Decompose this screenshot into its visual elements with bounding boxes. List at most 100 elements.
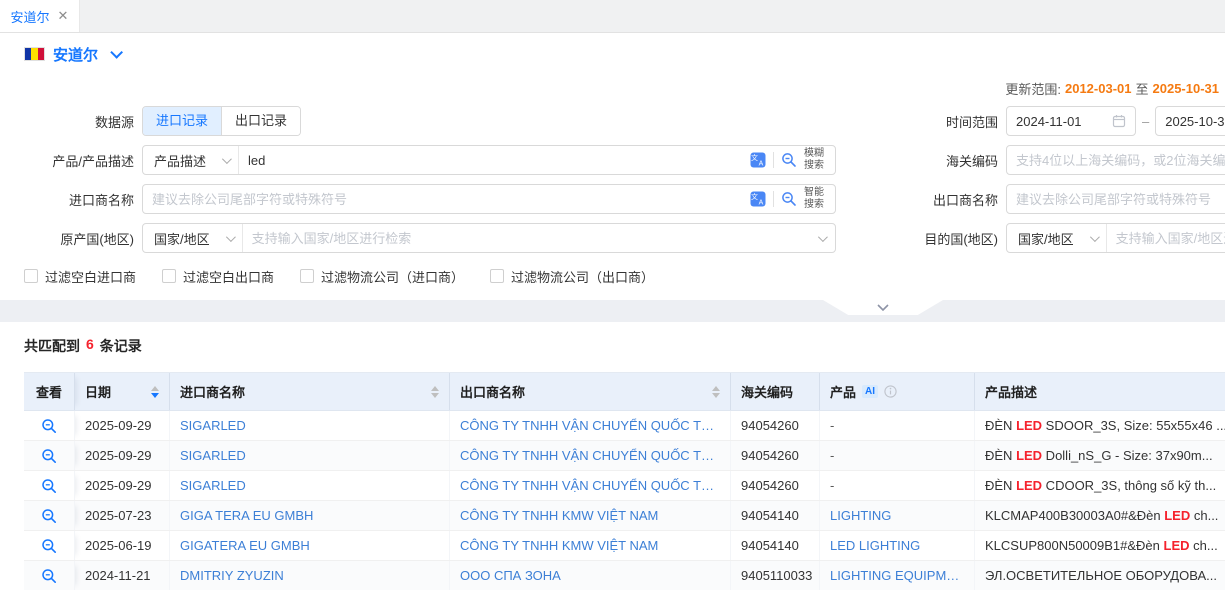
view-cell[interactable] bbox=[24, 441, 75, 470]
view-cell[interactable] bbox=[24, 531, 75, 560]
date-from-field[interactable] bbox=[1006, 106, 1136, 136]
sort-icon[interactable] bbox=[431, 386, 439, 398]
exporter-link[interactable]: CÔNG TY TNHH VẬN CHUYỂN QUỐC TẾ TI... bbox=[460, 448, 720, 463]
importer-link[interactable]: SIGARLED bbox=[180, 478, 246, 493]
view-cell[interactable] bbox=[24, 501, 75, 530]
exporter-link[interactable]: CÔNG TY TNHH VẬN CHUYỂN QUỐC TẾ TI... bbox=[460, 418, 720, 433]
chevron-down-icon[interactable] bbox=[110, 46, 123, 59]
view-magnifier-icon[interactable] bbox=[41, 448, 57, 464]
exporter-link[interactable]: ООО СПА ЗОНА bbox=[460, 568, 561, 583]
date-to-field[interactable] bbox=[1155, 106, 1225, 136]
product-field: 产品描述 文A 模糊搜索 bbox=[142, 145, 836, 175]
importer-label: 进口商名称 bbox=[0, 190, 142, 209]
highlight-keyword: LED bbox=[1016, 478, 1042, 493]
view-cell[interactable] bbox=[24, 561, 75, 590]
import-records-toggle[interactable]: 进口记录 bbox=[143, 107, 221, 135]
smart-search-icon[interactable] bbox=[781, 191, 797, 207]
destination-type-select[interactable]: 国家/地区 bbox=[1007, 224, 1107, 252]
product-search-input[interactable] bbox=[239, 146, 741, 174]
table-row: 2025-07-23 GIGA TERA EU GMBH CÔNG TY TNH… bbox=[24, 501, 1225, 531]
sort-icon[interactable] bbox=[151, 386, 159, 398]
product-desc-cell: ЭЛ.ОСВЕТИТЕЛЬНОЕ ОБОРУДОВА... bbox=[975, 561, 1225, 590]
col-importer[interactable]: 进口商名称 bbox=[170, 373, 450, 410]
product-cell[interactable]: - bbox=[830, 418, 834, 433]
hs-code-field[interactable] bbox=[1006, 145, 1225, 175]
fuzzy-search-icon[interactable] bbox=[781, 152, 797, 168]
info-icon[interactable] bbox=[884, 385, 897, 398]
checkbox-filter-blank-importer[interactable]: 过滤空白进口商 bbox=[24, 267, 136, 286]
country-name[interactable]: 安道尔 bbox=[53, 44, 98, 65]
product-label: 产品/产品描述 bbox=[0, 151, 142, 170]
close-icon[interactable]: ✕ bbox=[58, 8, 69, 24]
view-magnifier-icon[interactable] bbox=[41, 418, 57, 434]
select-arrow-icon bbox=[1090, 232, 1100, 242]
destination-field: 国家/地区 bbox=[1006, 223, 1225, 253]
checkbox-icon[interactable] bbox=[24, 269, 38, 283]
divider bbox=[773, 152, 774, 168]
ai-badge: AI bbox=[862, 385, 878, 398]
checkbox-filter-logistics-importer[interactable]: 过滤物流公司（进口商） bbox=[300, 267, 464, 286]
translate-icon[interactable]: 文A bbox=[750, 191, 766, 207]
origin-type-select[interactable]: 国家/地区 bbox=[143, 224, 243, 252]
hs-code-cell: 94054140 bbox=[731, 531, 820, 560]
destination-input[interactable] bbox=[1107, 224, 1225, 252]
update-range-from: 2012-03-01 bbox=[1065, 81, 1132, 96]
date-to-input[interactable] bbox=[1156, 107, 1225, 135]
date-from-input[interactable] bbox=[1007, 107, 1103, 135]
update-range-to-word: 至 bbox=[1135, 79, 1148, 98]
result-count: 6 bbox=[86, 336, 94, 356]
view-magnifier-icon[interactable] bbox=[41, 508, 57, 524]
tab-andorra[interactable]: 安道尔 ✕ bbox=[0, 0, 80, 32]
tab-label: 安道尔 bbox=[11, 7, 50, 26]
smart-search-label[interactable]: 智能搜索 bbox=[804, 187, 826, 211]
product-cell[interactable]: - bbox=[830, 478, 834, 493]
fuzzy-search-label[interactable]: 模糊搜索 bbox=[804, 148, 826, 172]
checkbox-filter-blank-exporter[interactable]: 过滤空白出口商 bbox=[162, 267, 274, 286]
importer-link[interactable]: GIGA TERA EU GMBH bbox=[180, 508, 313, 523]
product-cell[interactable]: LIGHTING bbox=[830, 508, 891, 523]
svg-text:文: 文 bbox=[751, 153, 758, 162]
exporter-link[interactable]: CÔNG TY TNHH VẬN CHUYỂN QUỐC TẾ TI... bbox=[460, 478, 720, 493]
time-range-label: 时间范围 bbox=[836, 112, 1006, 131]
sort-icon[interactable] bbox=[712, 386, 720, 398]
product-cell[interactable]: LED LIGHTING bbox=[830, 538, 920, 553]
col-exporter[interactable]: 出口商名称 bbox=[450, 373, 731, 410]
exporter-link[interactable]: CÔNG TY TNHH KMW VIỆT NAM bbox=[460, 508, 658, 523]
svg-text:A: A bbox=[759, 200, 764, 207]
col-hs-code: 海关编码 bbox=[731, 373, 820, 410]
importer-link[interactable]: GIGATERA EU GMBH bbox=[180, 538, 310, 553]
exporter-input[interactable] bbox=[1007, 185, 1225, 213]
importer-link[interactable]: SIGARLED bbox=[180, 418, 246, 433]
table-row: 2024-11-21 DMITRIY ZYUZIN ООО СПА ЗОНА 9… bbox=[24, 561, 1225, 590]
view-cell[interactable] bbox=[24, 411, 75, 440]
importer-link[interactable]: SIGARLED bbox=[180, 448, 246, 463]
checkbox-filter-logistics-exporter[interactable]: 过滤物流公司（出口商） bbox=[490, 267, 654, 286]
export-records-toggle[interactable]: 出口记录 bbox=[221, 107, 300, 135]
date-cell: 2025-09-29 bbox=[75, 471, 170, 500]
hs-code-cell: 9405110033 bbox=[731, 561, 820, 590]
view-magnifier-icon[interactable] bbox=[41, 478, 57, 494]
exporter-link[interactable]: CÔNG TY TNHH KMW VIỆT NAM bbox=[460, 538, 658, 553]
product-desc-cell: ĐÈN LED CDOOR_3S, thông số kỹ th... bbox=[975, 471, 1225, 500]
collapse-panel-button[interactable] bbox=[823, 300, 943, 315]
table-row: 2025-09-29 SIGARLED CÔNG TY TNHH VẬN CHU… bbox=[24, 441, 1225, 471]
product-type-select[interactable]: 产品描述 bbox=[143, 146, 239, 174]
product-cell[interactable]: - bbox=[830, 448, 834, 463]
importer-link[interactable]: DMITRIY ZYUZIN bbox=[180, 568, 284, 583]
origin-input[interactable] bbox=[243, 224, 818, 252]
product-cell[interactable]: LIGHTING EQUIPMENT bbox=[830, 568, 964, 583]
hs-code-input[interactable] bbox=[1007, 146, 1225, 174]
view-magnifier-icon[interactable] bbox=[41, 538, 57, 554]
translate-icon[interactable]: 文A bbox=[750, 152, 766, 168]
checkbox-icon[interactable] bbox=[490, 269, 504, 283]
highlight-keyword: LED bbox=[1016, 448, 1042, 463]
update-range: 更新范围: 2012-03-01 至 2025-10-31 bbox=[0, 79, 1225, 97]
col-date[interactable]: 日期 bbox=[75, 373, 170, 410]
checkbox-icon[interactable] bbox=[162, 269, 176, 283]
view-cell[interactable] bbox=[24, 471, 75, 500]
checkbox-icon[interactable] bbox=[300, 269, 314, 283]
exporter-field[interactable] bbox=[1006, 184, 1225, 214]
view-magnifier-icon[interactable] bbox=[41, 568, 57, 584]
importer-input[interactable] bbox=[143, 185, 741, 213]
data-source-toggle: 进口记录 出口记录 bbox=[142, 106, 301, 136]
